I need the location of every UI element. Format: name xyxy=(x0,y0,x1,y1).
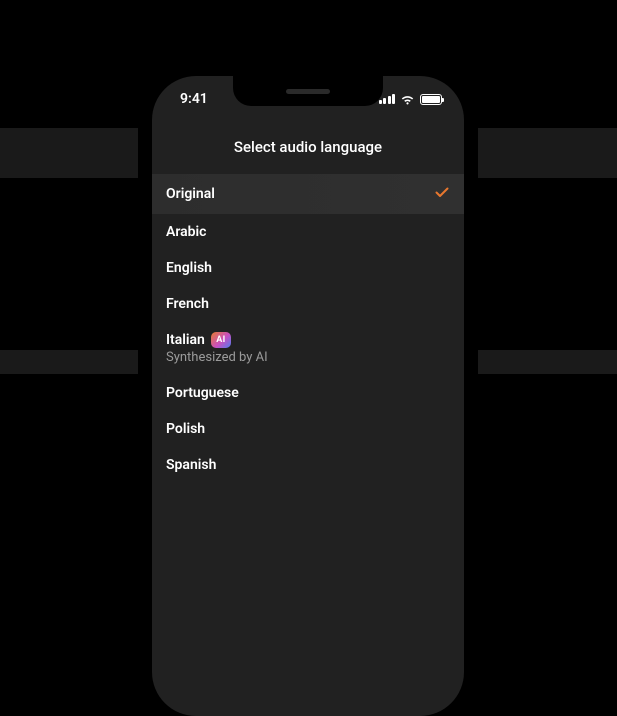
page-title: Select audio language xyxy=(152,138,464,156)
list-item-label: Portuguese xyxy=(166,385,239,401)
phone-speaker xyxy=(286,89,330,94)
language-item-arabic[interactable]: Arabic xyxy=(152,214,464,250)
language-item-spanish[interactable]: Spanish xyxy=(152,447,464,483)
phone-frame: 9:41 Select audio language xyxy=(152,76,464,716)
list-item-label: Original xyxy=(166,186,215,202)
wifi-icon xyxy=(400,94,415,105)
list-item-label: Italian xyxy=(166,332,205,348)
language-item-french[interactable]: French xyxy=(152,286,464,322)
ai-badge-icon: AI xyxy=(211,332,231,348)
language-item-portuguese[interactable]: Portuguese xyxy=(152,375,464,411)
check-icon xyxy=(434,184,450,204)
screen: Select audio language Original Arabic xyxy=(152,124,464,716)
list-item-label: Arabic xyxy=(166,224,206,240)
modal-header: Select audio language xyxy=(152,124,464,174)
language-item-polish[interactable]: Polish xyxy=(152,411,464,447)
list-item-sublabel: Synthesized by AI xyxy=(166,350,268,365)
status-time: 9:41 xyxy=(174,91,208,107)
list-item-label: Polish xyxy=(166,421,205,437)
list-item-label: English xyxy=(166,260,212,276)
phone-notch xyxy=(233,76,383,106)
list-item-label: Spanish xyxy=(166,457,216,473)
language-item-english[interactable]: English xyxy=(152,250,464,286)
language-item-italian[interactable]: Italian AI Synthesized by AI xyxy=(152,322,464,375)
status-indicators xyxy=(379,94,443,105)
language-list: Original Arabic English xyxy=(152,174,464,483)
list-item-label: French xyxy=(166,296,209,312)
language-item-original[interactable]: Original xyxy=(152,174,464,214)
battery-icon xyxy=(420,94,442,105)
